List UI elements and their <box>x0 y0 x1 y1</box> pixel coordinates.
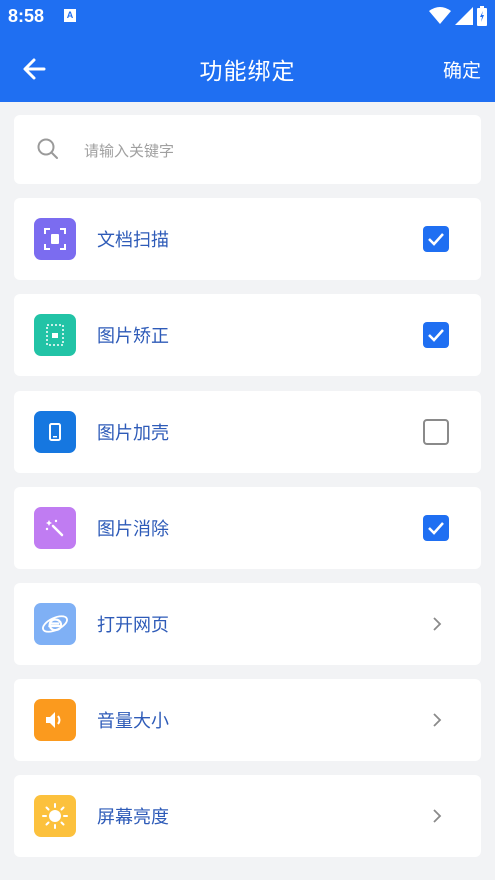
search-bar <box>14 115 481 184</box>
status-time: 8:58 <box>8 6 45 26</box>
search-icon <box>37 138 58 159</box>
page-title: 功能绑定 <box>199 59 296 85</box>
status-icons <box>429 6 487 26</box>
brightness-icon <box>34 795 76 837</box>
confirm-button[interactable]: 确定 <box>443 56 481 83</box>
browser-icon <box>34 603 76 645</box>
list-item-phone-frame[interactable]: 图片加壳 <box>14 391 481 473</box>
volume-icon <box>34 699 76 741</box>
list-item-label: 音量大小 <box>97 711 169 732</box>
checkbox-checked[interactable] <box>423 226 449 252</box>
list-item-magic-erase[interactable]: 图片消除 <box>14 487 481 569</box>
list-item-brightness[interactable]: 屏幕亮度 <box>14 775 481 857</box>
list-item-label: 打开网页 <box>97 615 169 636</box>
list-item-label: 图片加壳 <box>97 423 169 444</box>
checkbox-checked[interactable] <box>423 322 449 348</box>
list-item-label: 图片矫正 <box>97 326 169 347</box>
list-item-image-correct[interactable]: 图片矫正 <box>14 294 481 376</box>
search-input[interactable] <box>82 135 456 167</box>
list-item-label: 文档扫描 <box>97 230 169 251</box>
image-correct-icon <box>34 314 76 356</box>
list-item-open-webpage[interactable]: 打开网页 <box>14 583 481 665</box>
list-item-volume[interactable]: 音量大小 <box>14 679 481 761</box>
chevron-right-icon <box>433 713 442 727</box>
chevron-right-icon <box>433 809 442 823</box>
phone-frame-icon <box>34 411 76 453</box>
wifi-icon <box>429 7 451 24</box>
magic-wand-icon <box>34 507 76 549</box>
list-item-label: 图片消除 <box>97 519 169 540</box>
document-scan-icon <box>34 218 76 260</box>
notification-icon: A <box>64 9 76 22</box>
signal-icon <box>455 7 473 25</box>
list-item-document-scan[interactable]: 文档扫描 <box>14 198 481 280</box>
chevron-right-icon <box>433 617 442 631</box>
battery-icon <box>477 6 487 26</box>
list-item-label: 屏幕亮度 <box>97 807 169 828</box>
app-header: 功能绑定 确定 <box>0 34 495 102</box>
checkbox-unchecked[interactable] <box>423 419 449 445</box>
checkbox-checked[interactable] <box>423 515 449 541</box>
status-bar: 8:58 A <box>0 0 495 34</box>
